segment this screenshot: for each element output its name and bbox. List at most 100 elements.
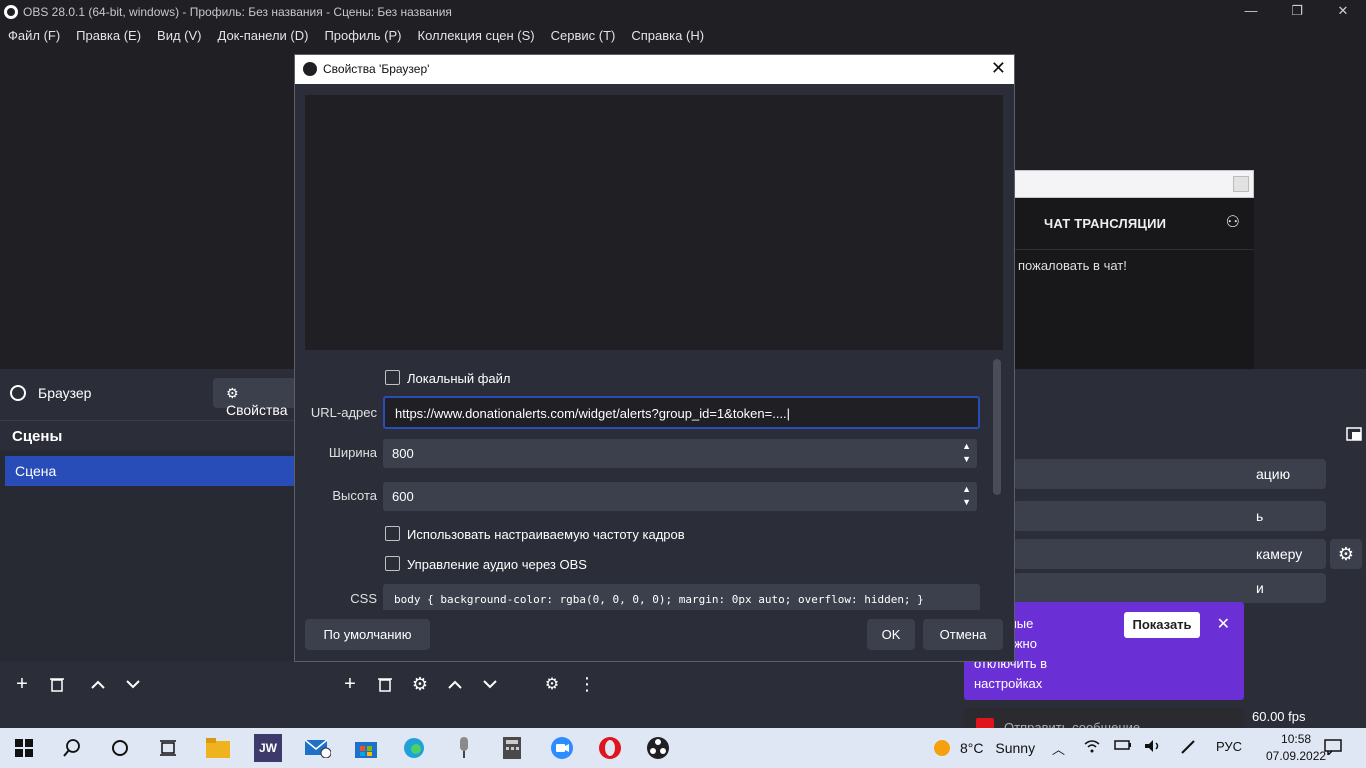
users-icon[interactable]: ⚇	[1226, 212, 1240, 232]
language-indicator[interactable]: РУС	[1216, 739, 1242, 754]
clock-time: 10:58	[1281, 732, 1312, 746]
menu-edit[interactable]: Правка (E)	[76, 28, 141, 43]
source-settings-icon[interactable]: ⚙	[406, 670, 434, 698]
notification-close-icon[interactable]: ✕	[1217, 614, 1230, 634]
opera-icon[interactable]	[596, 734, 624, 762]
chat-window-bar	[1014, 170, 1254, 198]
menu-help[interactable]: Справка (H)	[631, 28, 704, 43]
file-explorer-icon[interactable]	[204, 734, 232, 762]
minimize-button[interactable]: —	[1228, 0, 1274, 23]
zoom-icon[interactable]	[548, 734, 576, 762]
jw-app-icon[interactable]: JW	[254, 734, 282, 762]
battery-icon[interactable]	[1114, 739, 1132, 754]
css-label: CSS	[350, 591, 377, 606]
menu-file[interactable]: Файл (F)	[8, 28, 60, 43]
dock-undock-icon[interactable]	[1346, 427, 1362, 441]
menu-profile[interactable]: Профиль (P)	[324, 28, 401, 43]
menu-view[interactable]: Вид (V)	[157, 28, 201, 43]
tray-overflow-icon[interactable]: ︿	[1052, 739, 1065, 758]
defaults-button[interactable]: По умолчанию	[305, 619, 430, 650]
start-streaming-button[interactable]: ацию	[1014, 459, 1326, 489]
pen-icon[interactable]	[1180, 739, 1196, 758]
edge-icon[interactable]	[400, 734, 428, 762]
css-editor[interactable]: body { background-color: rgba(0, 0, 0, 0…	[383, 584, 980, 610]
properties-dialog: Свойства 'Браузер' ✕ Локальный файл URL-…	[294, 54, 1015, 662]
windows-taskbar: JW 8°C Sunny ︿ РУС 10:58 07.09.2022	[0, 728, 1366, 768]
search-icon[interactable]	[58, 734, 86, 762]
task-view-icon[interactable]	[154, 734, 182, 762]
url-input[interactable]: https://www.donationalerts.com/widget/al…	[383, 396, 980, 429]
menu-bar: Файл (F) Правка (E) Вид (V) Док-панели (…	[0, 23, 1366, 47]
chat-welcome-message: пожаловать в чат!	[1018, 258, 1127, 273]
browser-source-icon	[10, 385, 26, 401]
sun-icon	[934, 740, 950, 756]
menu-docks[interactable]: Док-панели (D)	[218, 28, 309, 43]
cancel-button[interactable]: Отмена	[923, 619, 1003, 650]
fps-readout: 60.00 fps	[1252, 709, 1306, 724]
width-spinbox[interactable]: 800 ▲ ▼	[383, 439, 977, 468]
start-recording-button[interactable]: ь	[1014, 501, 1326, 531]
browser-preview	[305, 95, 1003, 350]
weather-text: Sunny	[995, 740, 1036, 756]
local-file-label: Локальный файл	[407, 371, 511, 386]
dialog-title-bar: Свойства 'Браузер' ✕	[295, 55, 1014, 84]
width-label: Ширина	[328, 445, 377, 460]
add-scene-icon[interactable]: +	[8, 670, 36, 698]
dialog-close-button[interactable]: ✕	[991, 58, 1006, 79]
source-name: Браузер	[38, 385, 92, 401]
menu-tools[interactable]: Сервис (T)	[551, 28, 616, 43]
add-source-icon[interactable]: +	[336, 670, 364, 698]
notifications-icon[interactable]	[1324, 739, 1342, 758]
mixer-toolbar: ⚙ ⋮	[538, 668, 608, 700]
calculator-icon[interactable]	[498, 734, 526, 762]
custom-fps-checkbox[interactable]	[385, 526, 400, 541]
move-down-icon[interactable]	[119, 670, 147, 698]
windows-start-icon[interactable]	[10, 734, 38, 762]
local-file-checkbox[interactable]	[385, 370, 400, 385]
remove-scene-icon[interactable]	[43, 670, 71, 698]
restore-button[interactable]: ❐	[1274, 0, 1320, 23]
dialog-title: Свойства 'Браузер'	[323, 62, 430, 76]
virtual-camera-settings-icon[interactable]: ⚙	[1330, 539, 1362, 569]
properties-button[interactable]: ⚙ Свойства	[213, 378, 299, 418]
chat-close-icon[interactable]	[1233, 176, 1249, 192]
height-label: Высота	[332, 488, 377, 503]
store-icon[interactable]	[352, 734, 380, 762]
clock-date: 07.09.2022	[1266, 749, 1327, 763]
wifi-icon[interactable]	[1084, 739, 1100, 756]
source-down-icon[interactable]	[476, 670, 504, 698]
mail-icon[interactable]	[304, 734, 332, 762]
window-title: OBS 28.0.1 (64-bit, windows) - Профиль: …	[23, 4, 452, 19]
voice-recorder-icon[interactable]	[450, 734, 478, 762]
audio-control-checkbox[interactable]	[385, 556, 400, 571]
move-up-icon[interactable]	[84, 670, 112, 698]
advanced-audio-icon[interactable]: ⚙	[538, 670, 566, 698]
obs-taskbar-icon[interactable]	[644, 734, 672, 762]
chat-send-row[interactable]: Отправить сообщение	[964, 708, 1244, 730]
mixer-menu-icon[interactable]: ⋮	[573, 670, 601, 698]
height-value: 600	[392, 489, 414, 504]
remove-source-icon[interactable]	[371, 670, 399, 698]
ok-button[interactable]: OK	[867, 619, 915, 650]
source-up-icon[interactable]	[441, 670, 469, 698]
obs-dialog-icon	[303, 62, 317, 76]
obs-logo-icon	[4, 4, 18, 19]
weather-widget[interactable]: 8°C Sunny	[934, 740, 1035, 756]
studio-mode-button[interactable]: и	[1014, 573, 1326, 603]
volume-icon[interactable]	[1144, 739, 1162, 756]
show-button[interactable]: Показать	[1124, 612, 1200, 638]
virtual-camera-button[interactable]: камеру	[1014, 539, 1326, 569]
menu-scene-collection[interactable]: Коллекция сцен (S)	[418, 28, 535, 43]
cortana-icon[interactable]	[106, 734, 134, 762]
system-clock[interactable]: 10:58 07.09.2022	[1266, 731, 1326, 765]
chat-title: ЧАТ ТРАНСЛЯЦИИ	[1044, 216, 1167, 231]
properties-scrollbar[interactable]	[993, 359, 1001, 495]
spin-arrows-icon[interactable]: ▲ ▼	[962, 440, 971, 466]
height-spinbox[interactable]: 600 ▲ ▼	[383, 482, 977, 511]
close-window-button[interactable]: ✕	[1320, 0, 1366, 23]
scenes-toolbar: +	[8, 668, 154, 700]
sources-toolbar: + ⚙	[336, 668, 511, 700]
chat-panel: ЧАТ ТРАНСЛЯЦИИ ⚇ пожаловать в чат!	[1014, 170, 1254, 370]
spin-arrows-icon[interactable]: ▲ ▼	[962, 483, 971, 509]
scene-item[interactable]: Сцена	[5, 456, 297, 486]
